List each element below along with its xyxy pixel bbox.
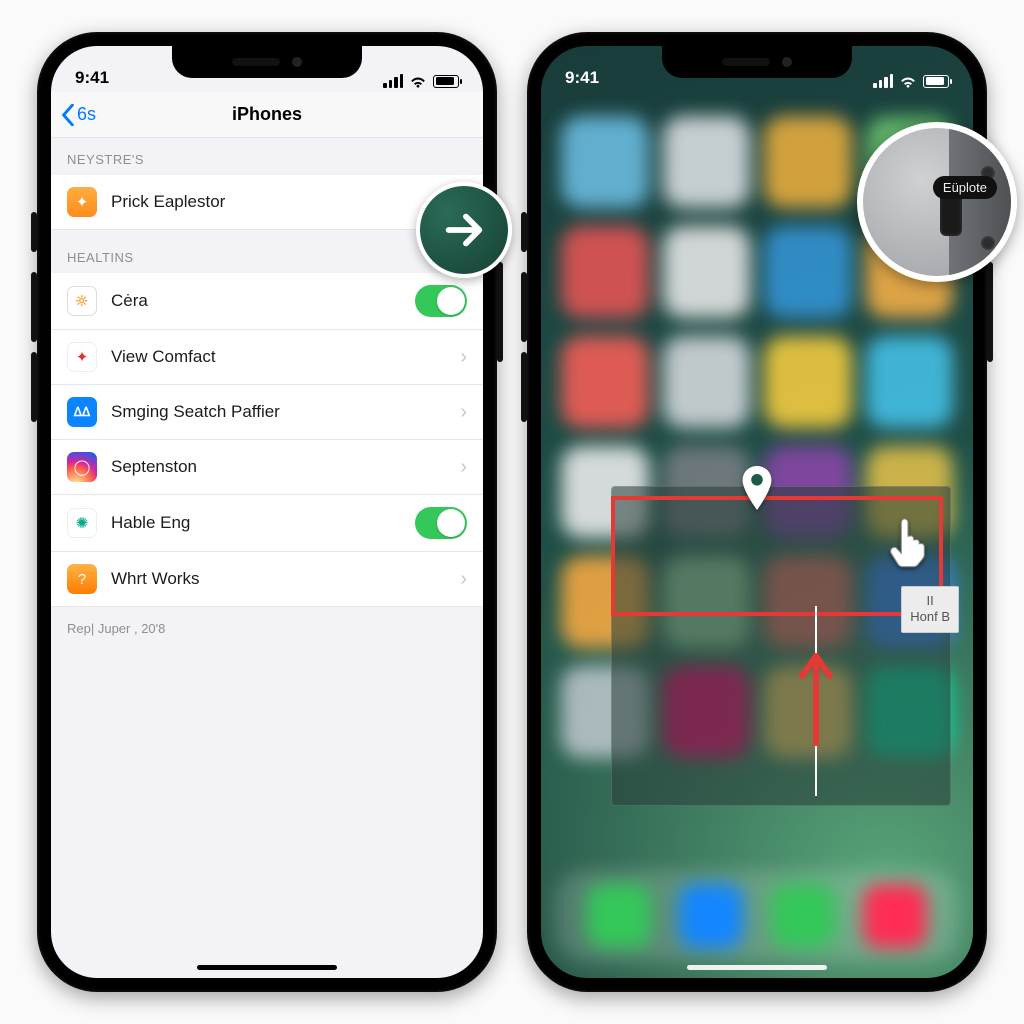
dock-safari-icon[interactable] xyxy=(679,884,743,948)
side-power-button[interactable] xyxy=(497,262,503,362)
mute-switch[interactable] xyxy=(521,212,527,252)
mute-switch[interactable] xyxy=(31,212,37,252)
app-icon[interactable] xyxy=(561,336,649,428)
toggle-hable[interactable] xyxy=(415,507,467,539)
row-view-comfact[interactable]: ✦ View Comfact › xyxy=(51,330,483,385)
step-arrow-badge xyxy=(416,182,512,278)
home-indicator[interactable] xyxy=(197,965,337,970)
dock-music-icon[interactable] xyxy=(863,884,927,948)
back-button[interactable]: 6s xyxy=(61,104,96,126)
side-power-button[interactable] xyxy=(987,262,993,362)
chevron-right-icon: › xyxy=(460,456,467,479)
cellular-icon xyxy=(873,74,893,88)
footer-note: Rep| Juper , 20'8 xyxy=(51,607,483,650)
status-time: 9:41 xyxy=(75,68,109,88)
volume-down-button[interactable] xyxy=(31,352,37,422)
side-button-callout: Eüplote xyxy=(857,122,1017,282)
phone-left: 9:41 6s iPhones NEYSTRE'S ✦ Prick Eaples… xyxy=(37,32,497,992)
status-icons xyxy=(873,74,949,88)
row-label: Septenston xyxy=(111,457,460,477)
row-label: Cėra xyxy=(111,291,415,311)
blue-icon: ᐃᐃ xyxy=(67,397,97,427)
battery-icon xyxy=(923,75,949,88)
dock-messages-icon[interactable] xyxy=(771,884,835,948)
row-label: View Comfact xyxy=(111,347,460,367)
orange-q-icon: ? xyxy=(67,564,97,594)
wifi-icon xyxy=(409,74,427,88)
app-icon[interactable] xyxy=(866,336,954,428)
burst-icon: ✺ xyxy=(67,508,97,538)
phone-right: 9:41 xyxy=(527,32,987,992)
chevron-right-icon: › xyxy=(460,568,467,591)
row-label: Smging Seatch Paffier xyxy=(111,402,460,422)
notch xyxy=(172,46,362,78)
volume-up-button[interactable] xyxy=(31,272,37,342)
home-indicator[interactable] xyxy=(687,965,827,970)
status-time: 9:41 xyxy=(565,68,599,88)
nav-bar: 6s iPhones xyxy=(51,92,483,138)
cellular-icon xyxy=(383,74,403,88)
volume-up-button[interactable] xyxy=(521,272,527,342)
app-icon[interactable] xyxy=(764,336,852,428)
notch xyxy=(662,46,852,78)
wifi-icon xyxy=(899,74,917,88)
app-icon[interactable] xyxy=(561,116,649,208)
dock-phone-icon[interactable] xyxy=(587,884,651,948)
row-whrt-works[interactable]: ? Whrt Works › xyxy=(51,552,483,607)
row-smging[interactable]: ᐃᐃ Smging Seatch Paffier › xyxy=(51,385,483,440)
status-icons xyxy=(383,74,459,88)
callout-label: Eüplote xyxy=(933,176,997,199)
chevron-right-icon: › xyxy=(460,346,467,369)
back-label: 6s xyxy=(77,104,96,125)
toggle-cera[interactable] xyxy=(415,285,467,317)
map-pin-icon xyxy=(740,466,774,510)
row-label: Prick Eaplestor xyxy=(111,192,467,212)
page-title: iPhones xyxy=(232,104,302,125)
app-icon[interactable] xyxy=(764,226,852,318)
row-cera[interactable]: 🔆 Cėra xyxy=(51,273,483,330)
row-label: Whrt Works xyxy=(111,569,460,589)
row-label: Hable Eng xyxy=(111,513,415,533)
screen-left: 9:41 6s iPhones NEYSTRE'S ✦ Prick Eaples… xyxy=(51,46,483,978)
dock[interactable] xyxy=(555,870,959,962)
star-icon: ✦ xyxy=(67,342,97,372)
app-icon[interactable] xyxy=(764,116,852,208)
app-icon-orange: ✦ xyxy=(67,187,97,217)
app-icon[interactable] xyxy=(663,226,751,318)
tap-hand-icon xyxy=(885,516,931,570)
section-header-1: NEYSTRE'S xyxy=(51,138,483,175)
volume-down-button[interactable] xyxy=(521,352,527,422)
app-icon[interactable] xyxy=(663,336,751,428)
tooltip-line2: Honf B xyxy=(910,609,950,625)
gesture-tooltip: II Honf B xyxy=(901,586,959,633)
row-septenston[interactable]: ◯ Septenston › xyxy=(51,440,483,495)
tooltip-line1: II xyxy=(910,593,950,609)
chevron-right-icon: › xyxy=(460,401,467,424)
arrow-right-icon xyxy=(441,207,487,253)
instagram-icon: ◯ xyxy=(67,452,97,482)
battery-icon xyxy=(433,75,459,88)
health-icon: 🔆 xyxy=(67,286,97,316)
row-hable-eng[interactable]: ✺ Hable Eng xyxy=(51,495,483,552)
swipe-up-arrow-icon xyxy=(797,646,835,751)
app-icon[interactable] xyxy=(561,226,649,318)
app-icon[interactable] xyxy=(663,116,751,208)
